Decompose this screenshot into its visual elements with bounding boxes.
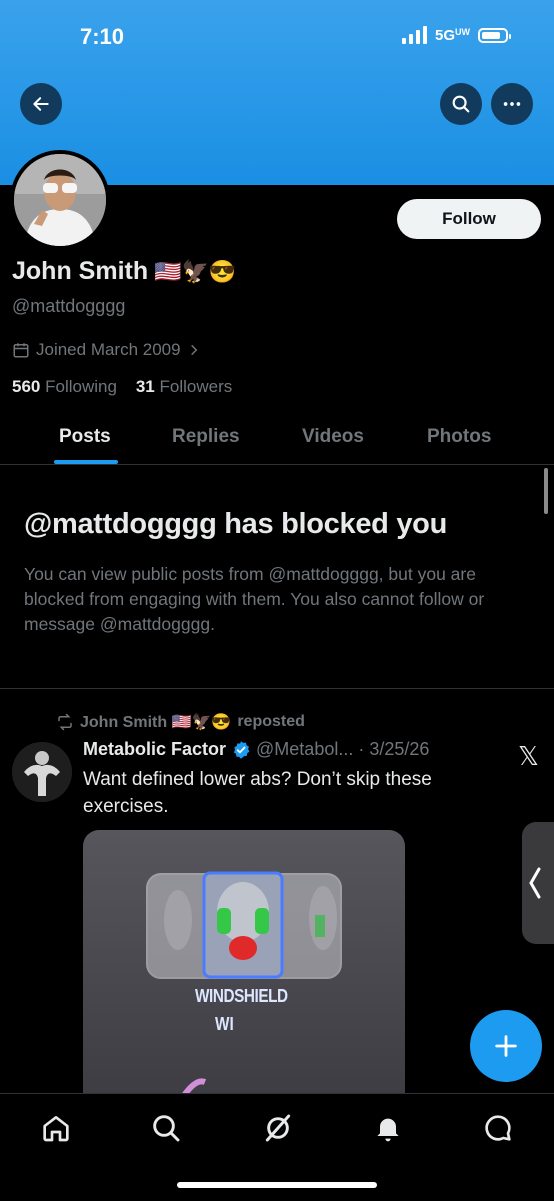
home-icon[interactable]	[40, 1112, 72, 1144]
tab-photos[interactable]: Photos	[427, 426, 491, 448]
verified-badge-icon	[233, 740, 250, 759]
post-media[interactable]: WINDSHIELD WI	[83, 830, 405, 1095]
profile-name-text: John Smith	[12, 257, 149, 285]
more-icon	[503, 102, 521, 106]
joined-date[interactable]: Joined March 2009	[12, 340, 201, 360]
author-avatar-image	[12, 742, 72, 802]
battery-icon	[478, 27, 511, 43]
blocked-message: You can view public posts from @mattdogg…	[24, 564, 485, 634]
blocked-title: @mattdogggg has blocked you	[24, 508, 447, 540]
more-button[interactable]	[491, 83, 533, 125]
status-indicators: 5GUW	[401, 26, 511, 44]
follow-button[interactable]: Follow	[397, 199, 541, 239]
media-caption-line1: WINDSHIELD	[195, 986, 288, 1006]
plus-icon	[495, 1035, 517, 1057]
search-button[interactable]	[440, 83, 482, 125]
chevron-left-icon	[529, 867, 541, 899]
joined-text: Joined March 2009	[36, 340, 181, 359]
profile-avatar[interactable]	[10, 150, 110, 250]
back-button[interactable]	[20, 83, 62, 125]
repost-label: reposted	[237, 713, 305, 730]
media-caption-line2: WI	[215, 1014, 234, 1034]
profile-name-emoji: 🇺🇸🦅😎	[154, 258, 237, 284]
post-date: · 3/25/26	[358, 739, 430, 759]
profile-name: John Smith 🇺🇸🦅😎	[12, 257, 236, 286]
search-icon	[452, 95, 470, 113]
post-author-name[interactable]: Metabolic Factor	[83, 739, 226, 760]
repost-indicator: John Smith 🇺🇸🦅😎 reposted	[56, 712, 305, 732]
calendar-icon	[13, 343, 29, 358]
post-author-handle[interactable]: @Metabol...	[256, 739, 353, 760]
divider	[0, 688, 554, 689]
profile-handle: @mattdogggg	[12, 296, 126, 316]
home-indicator[interactable]	[177, 1182, 377, 1188]
avatar-image	[14, 154, 106, 246]
side-panel-handle[interactable]	[522, 822, 554, 944]
chevron-right-icon	[190, 344, 197, 356]
post-text: Want defined lower abs? Don’t skip these…	[83, 769, 432, 817]
messages-icon[interactable]	[482, 1112, 514, 1144]
active-tab-indicator	[54, 460, 118, 464]
following-link[interactable]: 560 Following	[12, 377, 117, 396]
repost-icon	[58, 713, 72, 731]
status-time: 7:10	[80, 24, 125, 49]
signal-icon	[401, 26, 427, 44]
tab-videos[interactable]: Videos	[302, 426, 364, 448]
tab-replies[interactable]: Replies	[172, 426, 240, 448]
profile-tabs: Posts Replies Videos Photos	[0, 414, 554, 465]
network-label: 5GUW	[434, 26, 470, 44]
compose-button[interactable]	[470, 1010, 542, 1082]
followers-link[interactable]: 31 Followers	[136, 377, 232, 396]
search-icon[interactable]	[150, 1112, 182, 1144]
post-author-avatar[interactable]	[12, 742, 72, 802]
repost-user[interactable]: John Smith 🇺🇸🦅😎	[80, 712, 231, 732]
tab-posts[interactable]: Posts	[59, 426, 111, 448]
grok-icon[interactable]	[262, 1112, 294, 1144]
media-image	[146, 871, 342, 1095]
notifications-icon[interactable]	[372, 1112, 404, 1144]
scrollbar[interactable]	[544, 468, 548, 514]
post-header: Metabolic Factor @Metabol... · 3/25/26	[83, 739, 429, 760]
arrow-left-icon	[33, 97, 49, 111]
x-logo-icon: 𝕏	[518, 741, 539, 771]
follow-stats: 560 Following 31 Followers	[12, 377, 232, 397]
